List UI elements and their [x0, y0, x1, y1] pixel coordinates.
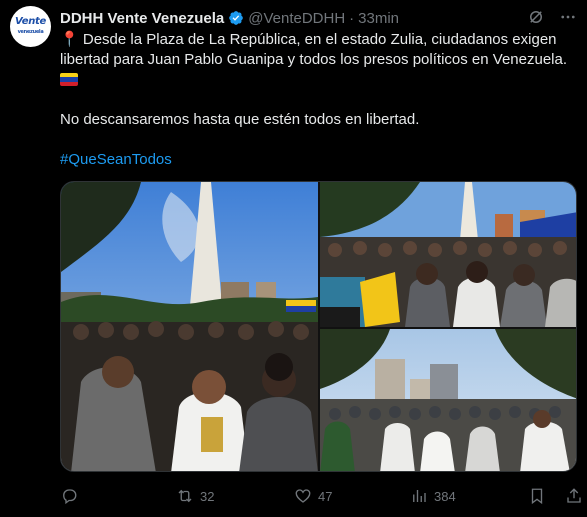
author-handle[interactable]: @VenteDDHH — [248, 10, 345, 27]
views-icon — [413, 490, 426, 502]
views-button[interactable]: 384 — [410, 487, 456, 505]
like-icon — [295, 489, 311, 503]
reply-button[interactable] — [60, 487, 84, 505]
bookmark-icon — [531, 488, 543, 505]
verified-badge-icon — [229, 11, 244, 25]
bookmark-button[interactable] — [528, 487, 546, 505]
share-icon — [567, 488, 581, 503]
photo-3[interactable] — [320, 329, 576, 471]
tweet-line-1: Desde la Plaza de La República, en el es… — [60, 31, 567, 68]
tweet-header: DDHH Vente Venezuela @VenteDDHH · 33min — [60, 8, 577, 28]
action-bar: 32 47 384 — [60, 485, 582, 507]
avatar[interactable]: Vente venezuela — [10, 6, 51, 47]
venezuela-flag-icon — [60, 73, 78, 86]
like-count: 47 — [318, 488, 333, 504]
separator-dot: · — [349, 9, 355, 27]
retweet-button[interactable]: 32 — [176, 487, 214, 505]
photo-1[interactable] — [61, 182, 318, 471]
tweet-body: 📍 Desde la Plaza de La República, en el … — [60, 30, 582, 170]
media-grid — [60, 181, 577, 472]
share-button[interactable] — [565, 487, 583, 505]
avatar-logo: Vente venezuela — [15, 15, 46, 35]
view-count: 384 — [434, 488, 456, 504]
reply-icon — [63, 489, 77, 505]
like-button[interactable]: 47 — [294, 487, 332, 505]
retweet-icon — [178, 489, 192, 503]
timestamp[interactable]: 33min — [358, 10, 399, 27]
author-name[interactable]: DDHH Vente Venezuela — [60, 10, 224, 27]
header-icons — [527, 8, 577, 26]
tweet-line-2: No descansaremos hasta que estén todos e… — [60, 111, 420, 128]
photo-2[interactable] — [320, 182, 576, 327]
more-icon[interactable] — [559, 8, 577, 26]
tweet-paragraph-1: 📍 Desde la Plaza de La República, en el … — [60, 30, 582, 70]
grok-icon[interactable] — [527, 8, 545, 26]
hashtag-link[interactable]: #QueSeanTodos — [60, 150, 582, 170]
pin-icon: 📍 — [60, 31, 79, 48]
retweet-count: 32 — [200, 488, 215, 504]
